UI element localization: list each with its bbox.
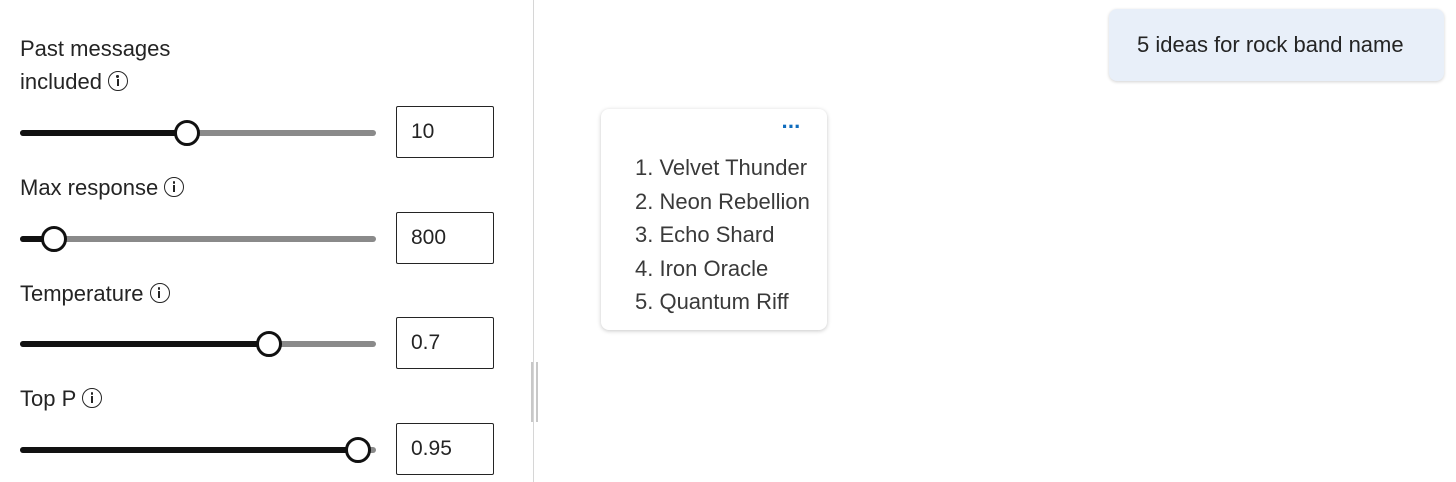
max-response-label: Max response (20, 171, 500, 204)
max-response-label-text: Max response (20, 175, 159, 200)
top-p-input[interactable]: 0.95 (396, 423, 494, 475)
past-messages-label: Past messages included (20, 32, 500, 98)
temperature-label: Temperature (20, 277, 500, 310)
list-item: 1. Velvet Thunder (635, 155, 808, 180)
past-messages-input[interactable]: 10 (396, 106, 494, 158)
assistant-message: ··· 1. Velvet Thunder 2. Neon Rebellion … (601, 109, 827, 330)
past-messages-label-line1: Past messages (20, 36, 171, 61)
temperature-label-text: Temperature (20, 281, 144, 306)
info-icon[interactable] (82, 388, 103, 408)
temperature-slider[interactable] (20, 331, 376, 357)
past-messages-slider-row: 10 (20, 106, 500, 160)
more-icon[interactable]: ··· (777, 116, 805, 143)
top-p-label: Top P (20, 382, 500, 415)
top-p-param: Top P 0.95 (20, 382, 500, 475)
max-response-slider-row: 800 (20, 212, 500, 266)
top-p-slider-thumb[interactable] (345, 437, 372, 463)
max-response-slider-thumb[interactable] (40, 226, 67, 252)
list-item: 2. Neon Rebellion (635, 188, 810, 214)
resize-handle[interactable] (530, 362, 538, 422)
chat-playground: Past messages included 10 Max response 8… (0, 0, 1456, 482)
temperature-slider-fill (20, 341, 270, 347)
info-icon[interactable] (164, 177, 185, 197)
temperature-param: Temperature 0.7 (20, 277, 500, 369)
past-messages-label-line2: included (20, 69, 102, 94)
past-messages-param: Past messages included 10 (20, 32, 500, 158)
top-p-slider-row: 0.95 (20, 423, 500, 477)
past-messages-slider-fill (20, 130, 188, 136)
max-response-param: Max response 800 (20, 171, 500, 264)
max-response-slider[interactable] (20, 226, 376, 252)
info-icon[interactable] (149, 283, 170, 303)
list-item: 4. Iron Oracle (635, 255, 769, 281)
top-p-slider[interactable] (20, 437, 376, 463)
temperature-slider-thumb[interactable] (256, 331, 283, 357)
idea-list: 1. Velvet Thunder 2. Neon Rebellion 3. E… (635, 151, 810, 319)
past-messages-slider[interactable] (20, 120, 376, 146)
top-p-label-text: Top P (20, 386, 77, 411)
max-response-input[interactable]: 800 (396, 212, 494, 264)
temperature-input[interactable]: 0.7 (396, 317, 494, 369)
parameters-panel: Past messages included 10 Max response 8… (0, 0, 533, 482)
temperature-slider-row: 0.7 (20, 317, 500, 371)
info-icon[interactable] (107, 71, 128, 91)
user-message: 5 ideas for rock band name (1109, 9, 1444, 81)
past-messages-slider-thumb[interactable] (174, 120, 201, 146)
top-p-slider-fill (20, 447, 359, 453)
list-item: 5. Quantum Riff (635, 289, 789, 314)
list-item: 3. Echo Shard (635, 222, 775, 247)
